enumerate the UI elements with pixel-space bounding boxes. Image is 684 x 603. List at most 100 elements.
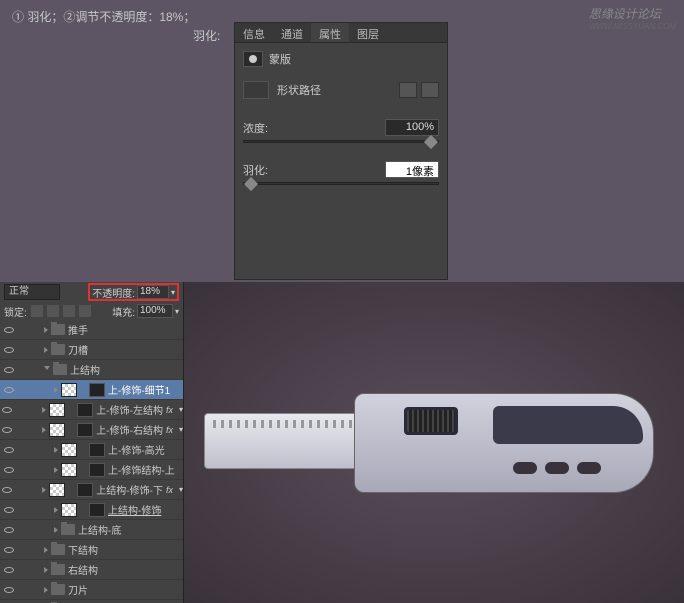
fill-chevron-icon[interactable]: ▾ <box>175 307 179 316</box>
expand-triangle-icon[interactable] <box>42 427 46 433</box>
layer-list[interactable]: 推手刀槽上结构上-修饰-细节1上-修饰-左结构fx▾上-修饰-右结构fx▾上-修… <box>0 320 183 603</box>
layer-row[interactable]: 上-修饰-左结构fx ▾ <box>0 400 183 420</box>
mask-thumbnail[interactable] <box>89 443 105 457</box>
layer-row[interactable]: 刀槽 <box>0 340 183 360</box>
expand-triangle-icon[interactable] <box>54 527 58 533</box>
layer-thumbnail[interactable] <box>61 443 77 457</box>
layer-name[interactable]: 下结构 <box>68 542 183 557</box>
layer-row[interactable]: 上结构-底 <box>0 520 183 540</box>
layer-row[interactable]: 右结构 <box>0 560 183 580</box>
mask-thumbnail[interactable] <box>77 403 93 417</box>
layer-row[interactable]: 上结构-修饰 <box>0 500 183 520</box>
layer-row[interactable]: 上-修饰-细节1 <box>0 380 183 400</box>
layer-row[interactable]: 上-修饰-右结构fx ▾ <box>0 420 183 440</box>
mask-thumbnail[interactable] <box>89 383 105 397</box>
mask-select-icon[interactable] <box>421 82 439 98</box>
layer-thumbnail[interactable] <box>61 503 77 517</box>
feather-slider[interactable] <box>243 182 439 185</box>
layer-name[interactable]: 上-修饰结构-上 <box>108 462 183 477</box>
expand-triangle-icon[interactable] <box>42 487 46 493</box>
tab-通道[interactable]: 通道 <box>273 23 311 42</box>
density-slider[interactable] <box>243 140 439 143</box>
fx-chevron-icon[interactable]: ▾ <box>179 425 183 434</box>
expand-triangle-icon[interactable] <box>44 366 50 373</box>
visibility-eye-icon[interactable] <box>2 483 12 497</box>
blend-mode-select[interactable]: 正常 <box>4 284 60 300</box>
layer-name[interactable]: 上-修饰-右结构 <box>96 422 163 437</box>
expand-triangle-icon[interactable] <box>54 387 58 393</box>
fx-chevron-icon[interactable]: ▾ <box>179 485 183 494</box>
lock-transparency-icon[interactable] <box>31 305 43 317</box>
layer-name[interactable]: 上结构-修饰 <box>108 502 183 517</box>
layer-thumbnail[interactable] <box>61 463 77 477</box>
layer-name[interactable]: 上-修饰-细节1 <box>108 382 183 397</box>
visibility-eye-icon[interactable] <box>2 563 16 577</box>
layer-row[interactable]: 推手 <box>0 320 183 340</box>
fx-badge[interactable]: fx <box>166 485 173 495</box>
mask-thumbnail[interactable] <box>89 463 105 477</box>
fx-badge[interactable]: fx <box>166 405 173 415</box>
tab-信息[interactable]: 信息 <box>235 23 273 42</box>
mask-thumbnail[interactable] <box>77 423 93 437</box>
visibility-eye-icon[interactable] <box>2 323 16 337</box>
lock-all-icon[interactable] <box>79 305 91 317</box>
visibility-eye-icon[interactable] <box>2 423 12 437</box>
folder-icon <box>61 524 75 535</box>
visibility-eye-icon[interactable] <box>2 443 16 457</box>
layer-name[interactable]: 上-修饰-左结构 <box>96 402 163 417</box>
layer-row[interactable]: 下结构 <box>0 540 183 560</box>
expand-triangle-icon[interactable] <box>44 587 48 593</box>
shape-path-swatch[interactable] <box>243 81 269 99</box>
expand-triangle-icon[interactable] <box>44 347 48 353</box>
expand-triangle-icon[interactable] <box>44 567 48 573</box>
layer-row[interactable]: 上结构 <box>0 360 183 380</box>
expand-triangle-icon[interactable] <box>54 507 58 513</box>
fx-chevron-icon[interactable]: ▾ <box>179 405 183 414</box>
layer-name[interactable]: 推手 <box>68 322 183 337</box>
tab-属性[interactable]: 属性 <box>311 23 349 42</box>
expand-triangle-icon[interactable] <box>44 547 48 553</box>
mask-thumbnail[interactable] <box>89 503 105 517</box>
layer-thumbnail[interactable] <box>49 483 65 497</box>
visibility-eye-icon[interactable] <box>2 463 16 477</box>
expand-triangle-icon[interactable] <box>54 447 58 453</box>
expand-triangle-icon[interactable] <box>44 327 48 333</box>
lock-pixels-icon[interactable] <box>47 305 59 317</box>
layer-thumbnail[interactable] <box>49 403 65 417</box>
feather-value[interactable]: 1像素 <box>385 161 439 178</box>
mask-option-icon[interactable] <box>399 82 417 98</box>
layer-row[interactable]: 上-修饰-高光 <box>0 440 183 460</box>
layer-name[interactable]: 右结构 <box>68 562 183 577</box>
density-value[interactable]: 100% <box>385 119 439 136</box>
layer-row[interactable]: 上结构-修饰-下fx ▾ <box>0 480 183 500</box>
lock-position-icon[interactable] <box>63 305 75 317</box>
layer-row[interactable]: 刀片 <box>0 580 183 600</box>
visibility-eye-icon[interactable] <box>2 343 16 357</box>
visibility-eye-icon[interactable] <box>2 363 16 377</box>
mask-thumbnail[interactable] <box>77 483 93 497</box>
expand-triangle-icon[interactable] <box>42 407 46 413</box>
layer-name[interactable]: 上-修饰-高光 <box>108 442 183 457</box>
layer-name[interactable]: 上结构 <box>70 362 183 377</box>
expand-triangle-icon[interactable] <box>54 467 58 473</box>
fill-field[interactable]: 100% <box>137 304 173 318</box>
fx-badge[interactable]: fx <box>166 425 173 435</box>
visibility-eye-icon[interactable] <box>2 583 16 597</box>
visibility-eye-icon[interactable] <box>2 543 16 557</box>
visibility-eye-icon[interactable] <box>2 403 12 417</box>
visibility-eye-icon[interactable] <box>2 383 16 397</box>
visibility-eye-icon[interactable] <box>2 523 16 537</box>
layer-thumbnail[interactable] <box>61 383 77 397</box>
layer-thumbnail[interactable] <box>49 423 65 437</box>
opacity-chevron-icon[interactable]: ▾ <box>171 288 175 297</box>
density-label: 浓度: <box>243 120 268 136</box>
layer-name[interactable]: 上结构-修饰-下 <box>96 482 163 497</box>
layer-row[interactable]: 上-修饰结构-上 <box>0 460 183 480</box>
mask-icon[interactable] <box>243 51 263 67</box>
layer-name[interactable]: 刀槽 <box>68 342 183 357</box>
opacity-field[interactable]: 18% <box>137 285 169 299</box>
visibility-eye-icon[interactable] <box>2 503 16 517</box>
tab-图层[interactable]: 图层 <box>349 23 387 42</box>
layer-name[interactable]: 上结构-底 <box>78 522 183 537</box>
layer-name[interactable]: 刀片 <box>68 582 183 597</box>
